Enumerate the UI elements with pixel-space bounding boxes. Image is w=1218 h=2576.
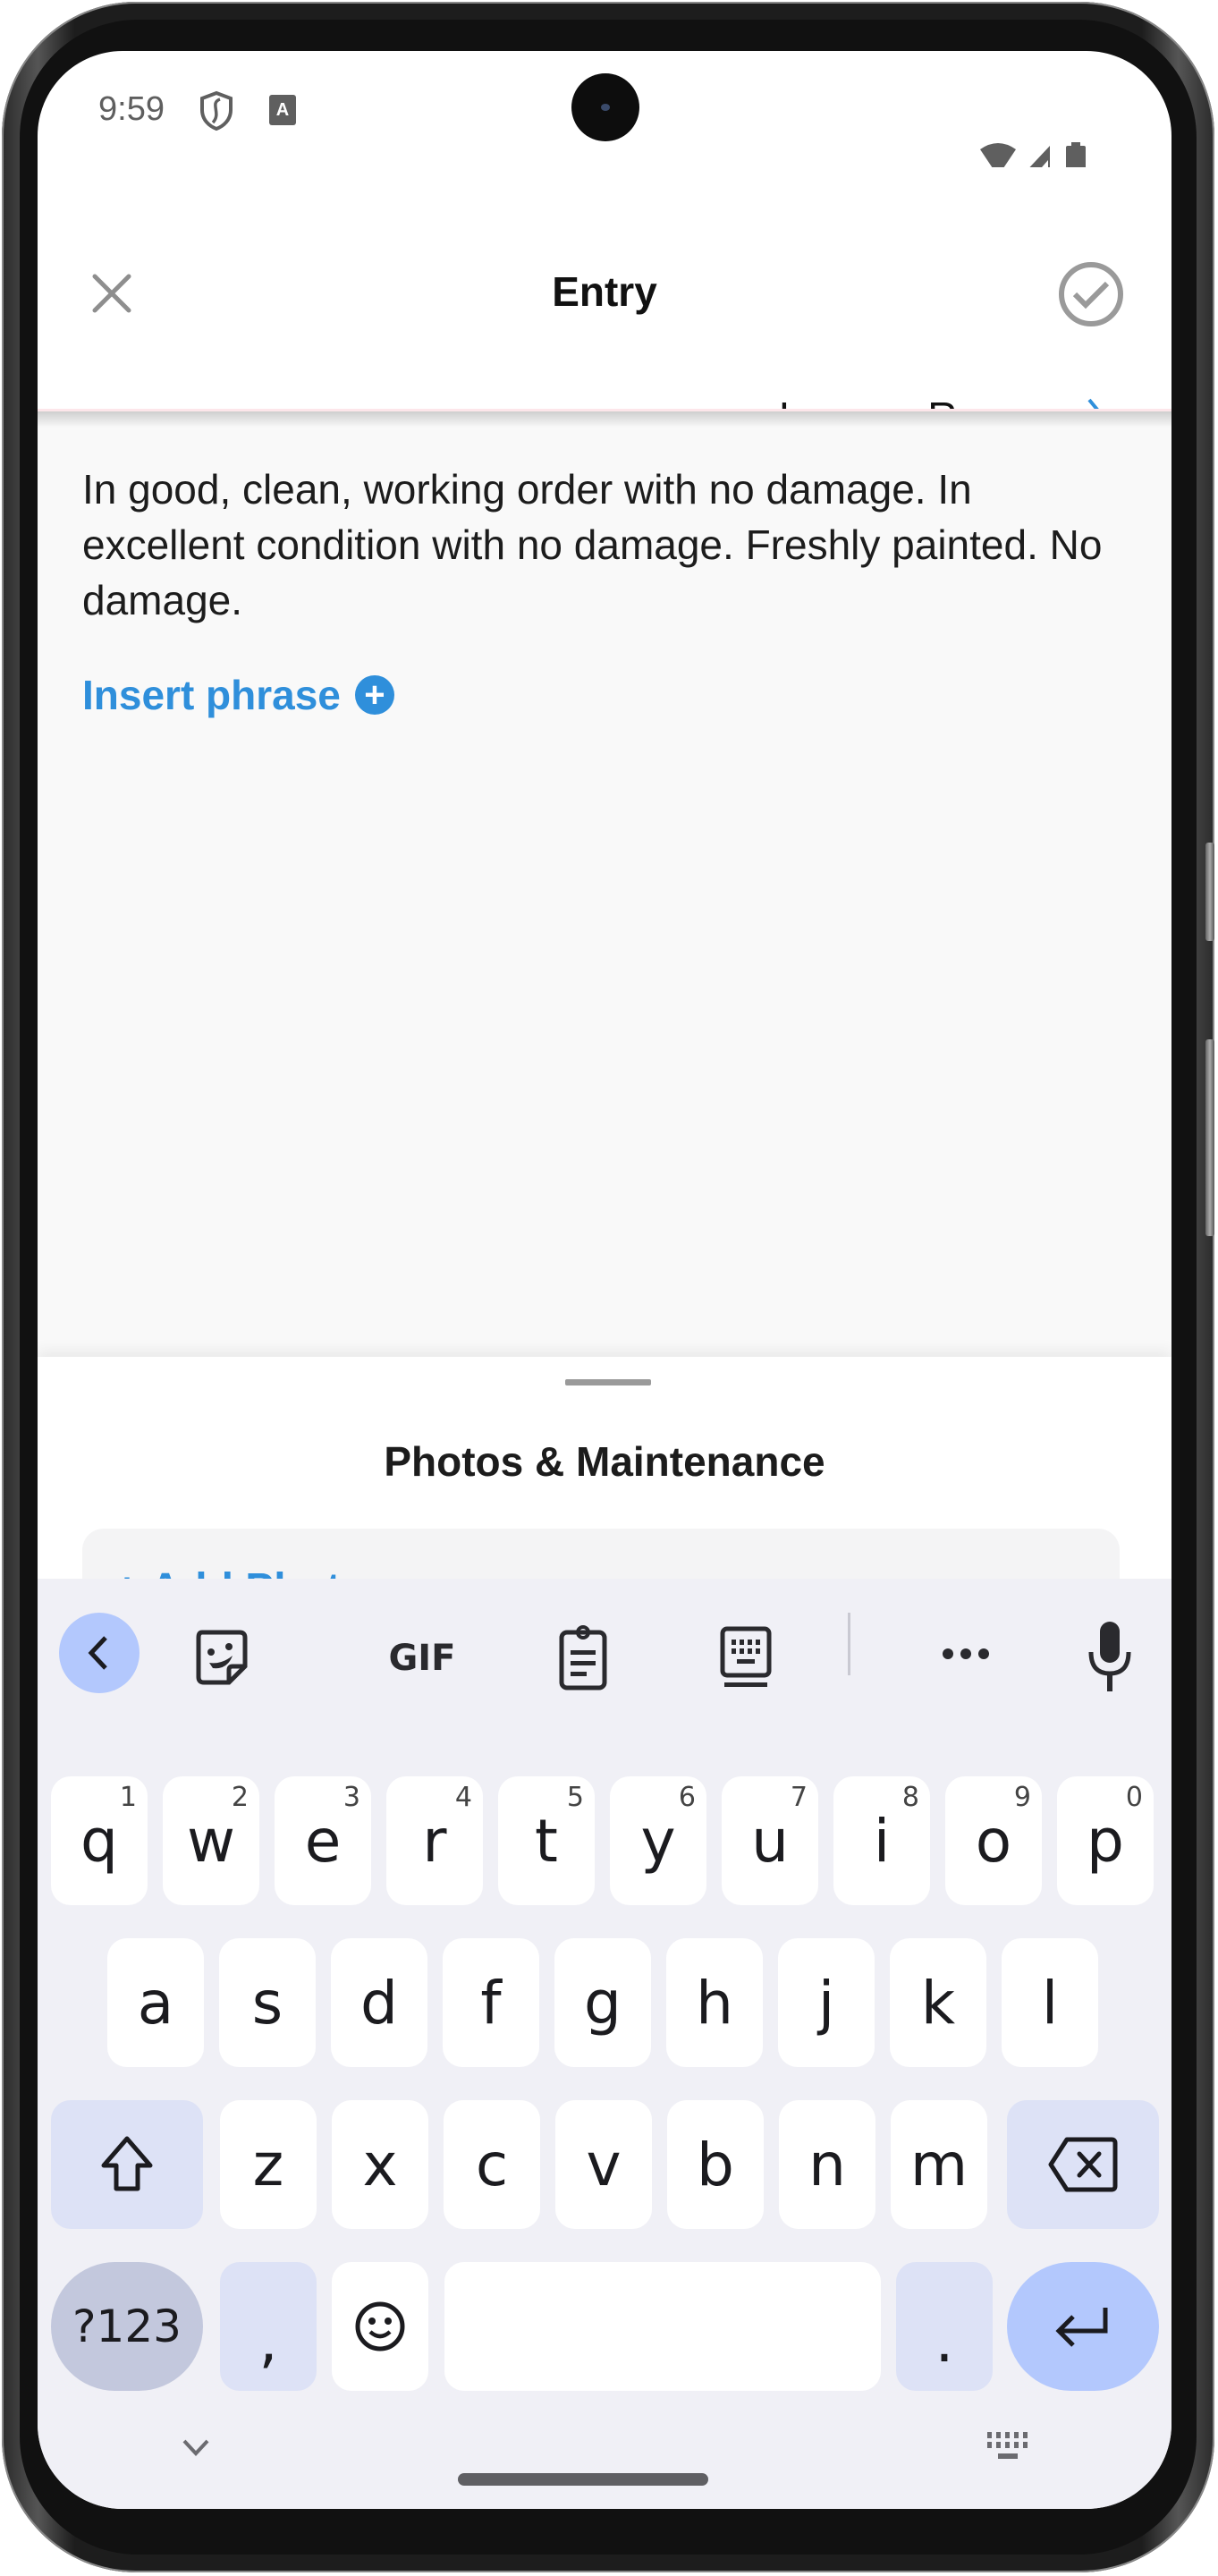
- key-label: w: [187, 1806, 235, 1876]
- key-hint: 8: [901, 1782, 919, 1813]
- entry-body[interactable]: In good, clean, working order with no da…: [38, 411, 1171, 1360]
- key-hint: 9: [1013, 1782, 1031, 1813]
- key-g[interactable]: g: [554, 1938, 651, 2067]
- key-hint: 6: [678, 1782, 696, 1813]
- shift-icon: [101, 2136, 153, 2191]
- key-label: y: [640, 1806, 676, 1876]
- key-w[interactable]: w2: [163, 1776, 259, 1905]
- svg-text:A: A: [276, 100, 289, 120]
- key-r[interactable]: r4: [386, 1776, 483, 1905]
- key-d[interactable]: d: [331, 1938, 427, 2067]
- status-time: 9:59: [98, 90, 165, 128]
- key-label: p: [1087, 1806, 1124, 1876]
- screen: 9:59 A Entry Lounge Room: [38, 51, 1171, 2509]
- key-p[interactable]: p0: [1057, 1776, 1154, 1905]
- key-n[interactable]: n: [779, 2100, 875, 2229]
- svg-text:GIF: GIF: [388, 1638, 455, 1675]
- toolbar-separator: [848, 1613, 850, 1675]
- check-circle-icon[interactable]: [1057, 260, 1125, 328]
- key-i[interactable]: i8: [833, 1776, 930, 1905]
- page-title: Entry: [552, 268, 657, 315]
- keyboard-switch-icon[interactable]: [985, 2430, 1030, 2461]
- key-hint: 2: [231, 1782, 249, 1813]
- accessibility-a-icon: A: [269, 95, 296, 125]
- sheet-title: Photos & Maintenance: [384, 1438, 825, 1485]
- volume-button: [1205, 843, 1214, 941]
- chevron-left-icon: [88, 1636, 107, 1670]
- insert-phrase-button[interactable]: Insert phrase +: [82, 671, 394, 719]
- key-b[interactable]: b: [667, 2100, 764, 2229]
- emoji-icon: [355, 2301, 405, 2351]
- gesture-nav-handle[interactable]: [458, 2473, 708, 2486]
- key-a[interactable]: a: [107, 1938, 204, 2067]
- key-z[interactable]: z: [220, 2100, 317, 2229]
- status-bar: 9:59 A: [38, 51, 1171, 176]
- clipboard-icon[interactable]: [558, 1623, 608, 1691]
- symbols-key[interactable]: ?123: [51, 2262, 203, 2391]
- key-label: r: [422, 1806, 447, 1876]
- enter-icon: [1055, 2308, 1108, 2347]
- key-x[interactable]: x: [332, 2100, 428, 2229]
- key-l[interactable]: l: [1002, 1938, 1098, 2067]
- shield-icon: [200, 90, 233, 131]
- plus-circle-icon: +: [354, 675, 394, 715]
- chevron-down-icon[interactable]: [181, 2436, 211, 2459]
- emoji-key[interactable]: [332, 2262, 428, 2391]
- entry-text-field[interactable]: In good, clean, working order with no da…: [82, 462, 1120, 628]
- period-key[interactable]: .: [896, 2262, 993, 2391]
- key-label: o: [975, 1806, 1012, 1876]
- key-h[interactable]: h: [666, 1938, 763, 2067]
- bottom-sheet: Photos & Maintenance + Add Photo: [38, 1357, 1171, 1636]
- sticker-icon[interactable]: [195, 1629, 249, 1686]
- key-q[interactable]: q1: [51, 1776, 148, 1905]
- insert-phrase-label: Insert phrase: [82, 672, 341, 718]
- soft-keyboard: GIF q1w2e3r4t5y6u7i8o9p0 asdfghjkl z x c…: [38, 1579, 1171, 2509]
- key-o[interactable]: o9: [945, 1776, 1042, 1905]
- header-shadow: [38, 411, 1171, 428]
- key-label: i: [873, 1806, 891, 1876]
- keyboard-icon[interactable]: [719, 1625, 773, 1690]
- key-hint: 1: [119, 1782, 137, 1813]
- backspace-icon: [1048, 2137, 1118, 2192]
- space-key[interactable]: [444, 2262, 881, 2391]
- key-hint: 4: [454, 1782, 472, 1813]
- key-label: t: [535, 1806, 558, 1876]
- key-label: u: [751, 1806, 789, 1876]
- front-camera: [571, 73, 639, 141]
- app-header: Entry Lounge Room: [38, 167, 1171, 440]
- comma-key[interactable]: ,: [220, 2262, 317, 2391]
- keyboard-back-button[interactable]: [59, 1613, 140, 1693]
- shift-key[interactable]: [51, 2100, 203, 2229]
- key-y[interactable]: y6: [610, 1776, 706, 1905]
- key-label: q: [80, 1806, 118, 1876]
- more-icon[interactable]: [941, 1645, 991, 1663]
- key-c[interactable]: c: [444, 2100, 540, 2229]
- key-t[interactable]: t5: [498, 1776, 595, 1905]
- key-k[interactable]: k: [890, 1938, 986, 2067]
- sheet-drag-handle[interactable]: [565, 1379, 651, 1385]
- key-e[interactable]: e3: [275, 1776, 371, 1905]
- key-hint: 0: [1125, 1782, 1143, 1813]
- key-hint: 3: [343, 1782, 360, 1813]
- key-j[interactable]: j: [778, 1938, 875, 2067]
- key-v[interactable]: v: [555, 2100, 652, 2229]
- backspace-key[interactable]: [1007, 2100, 1159, 2229]
- gif-icon[interactable]: GIF: [388, 1636, 456, 1675]
- key-s[interactable]: s: [219, 1938, 316, 2067]
- key-m[interactable]: m: [891, 2100, 987, 2229]
- key-u[interactable]: u7: [722, 1776, 818, 1905]
- key-hint: 5: [566, 1782, 584, 1813]
- key-label: e: [304, 1806, 342, 1876]
- enter-key[interactable]: [1007, 2262, 1159, 2391]
- power-button: [1205, 1039, 1214, 1236]
- key-f[interactable]: f: [443, 1938, 539, 2067]
- key-hint: 7: [790, 1782, 808, 1813]
- microphone-icon[interactable]: [1087, 1620, 1132, 1693]
